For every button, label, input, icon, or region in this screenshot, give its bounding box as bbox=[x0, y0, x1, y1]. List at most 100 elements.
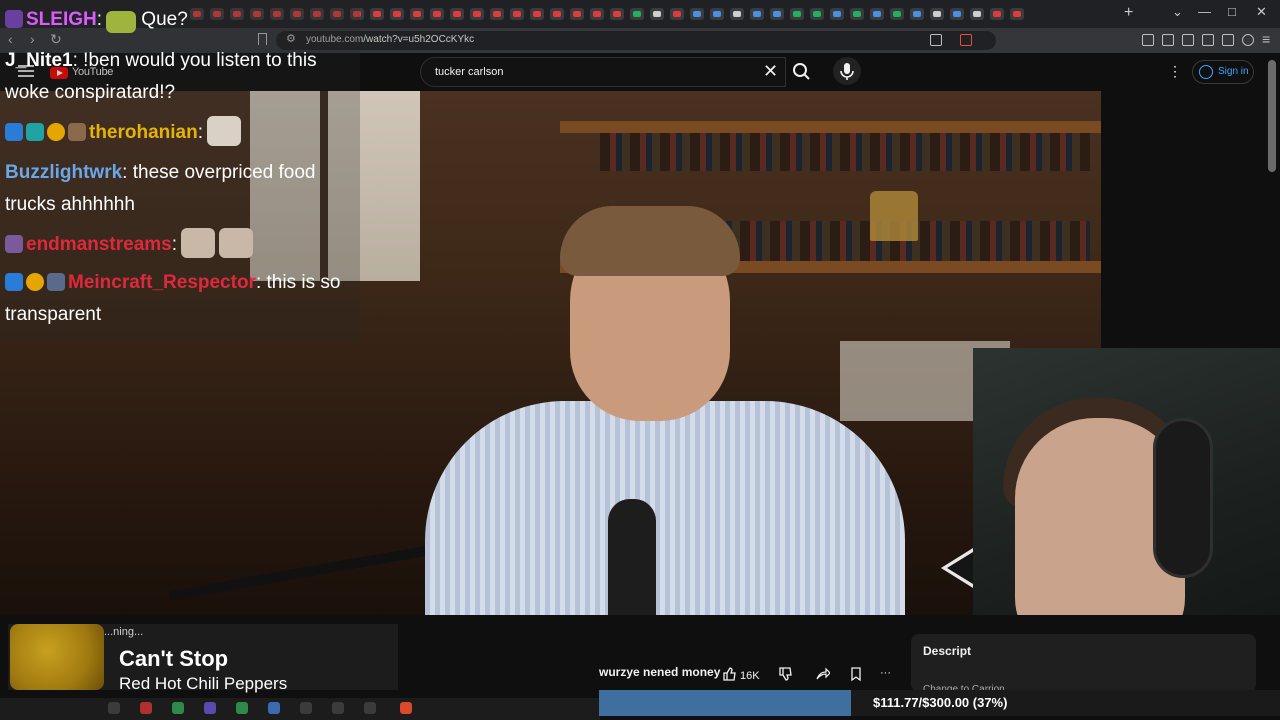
taskbar-app-icon[interactable] bbox=[300, 702, 312, 714]
previous-arrow-inner bbox=[947, 552, 973, 584]
tab[interactable] bbox=[450, 8, 464, 20]
settings-menu-icon[interactable]: ⋮ bbox=[1168, 64, 1182, 78]
more-actions-button[interactable]: ··· bbox=[880, 667, 891, 685]
badge-icon bbox=[26, 123, 44, 141]
taskbar bbox=[0, 698, 600, 720]
save-button[interactable] bbox=[849, 667, 863, 685]
chat-text: Que? bbox=[141, 9, 188, 30]
like-count: 16K bbox=[740, 670, 760, 682]
share-button[interactable] bbox=[816, 667, 831, 685]
chat-message: SLEIGH: Que? bbox=[5, 4, 188, 36]
taskbar-app-icon[interactable] bbox=[236, 702, 248, 714]
vpn-icon[interactable] bbox=[1222, 34, 1234, 46]
tab[interactable] bbox=[510, 8, 524, 20]
tab[interactable] bbox=[430, 8, 444, 20]
menu-icon[interactable]: ≡ bbox=[1262, 31, 1270, 47]
like-button[interactable] bbox=[722, 667, 736, 685]
tab[interactable] bbox=[550, 8, 564, 20]
tab[interactable] bbox=[470, 8, 484, 20]
chevron-down-icon[interactable]: ⌄ bbox=[1172, 4, 1183, 20]
tab[interactable] bbox=[910, 8, 924, 20]
chat-overlay: SLEIGH: Que? J_Nite1: !ben would you lis… bbox=[0, 0, 360, 340]
microphone-icon bbox=[840, 63, 854, 80]
taskbar-app-icon[interactable] bbox=[268, 702, 280, 714]
tab[interactable] bbox=[730, 8, 744, 20]
description-panel[interactable]: Descript Change to Carrion bbox=[911, 634, 1256, 695]
tab[interactable] bbox=[830, 8, 844, 20]
chat-username: SLEIGH bbox=[26, 9, 97, 30]
save-icon bbox=[851, 667, 861, 682]
tab[interactable] bbox=[530, 8, 544, 20]
tab[interactable] bbox=[770, 8, 784, 20]
tab[interactable] bbox=[610, 8, 624, 20]
search-input[interactable]: tucker carlson bbox=[420, 57, 786, 87]
tab[interactable] bbox=[750, 8, 764, 20]
tab[interactable] bbox=[870, 8, 884, 20]
chat-message: endmanstreams: bbox=[5, 228, 254, 261]
new-tab-button[interactable]: + bbox=[1124, 4, 1133, 22]
clear-search-icon[interactable]: ✕ bbox=[763, 62, 778, 80]
sign-in-button[interactable]: Sign in bbox=[1192, 60, 1254, 84]
search-query[interactable]: tucker carlson bbox=[435, 66, 503, 78]
tab[interactable] bbox=[850, 8, 864, 20]
tab[interactable] bbox=[650, 8, 664, 20]
tab[interactable] bbox=[570, 8, 584, 20]
tab[interactable] bbox=[990, 8, 1004, 20]
bookshelf-books bbox=[600, 131, 1090, 171]
badge-icon bbox=[68, 123, 86, 141]
cat-emote-icon bbox=[207, 116, 242, 146]
taskbar-app-icon[interactable] bbox=[332, 702, 344, 714]
sign-in-label: Sign in bbox=[1218, 66, 1249, 77]
wallet-icon[interactable] bbox=[1202, 34, 1214, 46]
taskbar-app-icon[interactable] bbox=[204, 702, 216, 714]
chat-message: therohanian: bbox=[5, 116, 242, 149]
extensions-icon[interactable] bbox=[1142, 34, 1154, 46]
tab[interactable] bbox=[950, 8, 964, 20]
tab[interactable] bbox=[690, 8, 704, 20]
account-icon bbox=[1199, 65, 1213, 79]
tab[interactable] bbox=[970, 8, 984, 20]
search-button[interactable] bbox=[786, 57, 818, 87]
microphone bbox=[608, 499, 656, 615]
thumbs-down-icon bbox=[779, 667, 792, 681]
close-window-button[interactable]: ✕ bbox=[1256, 4, 1267, 20]
brave-browser-icon[interactable] bbox=[400, 702, 412, 714]
dislike-button[interactable] bbox=[778, 667, 792, 685]
host-body bbox=[425, 401, 905, 615]
thumbs-up-icon bbox=[723, 667, 736, 681]
taskbar-app-icon[interactable] bbox=[172, 702, 184, 714]
voice-search-button[interactable] bbox=[833, 57, 861, 85]
tab[interactable] bbox=[710, 8, 724, 20]
tab[interactable] bbox=[410, 8, 424, 20]
tab[interactable] bbox=[390, 8, 404, 20]
tab[interactable] bbox=[930, 8, 944, 20]
taskbar-app-icon[interactable] bbox=[108, 702, 120, 714]
taskbar-app-icon[interactable] bbox=[140, 702, 152, 714]
tab[interactable] bbox=[630, 8, 644, 20]
tab[interactable] bbox=[810, 8, 824, 20]
tab[interactable] bbox=[370, 8, 384, 20]
tab[interactable] bbox=[670, 8, 684, 20]
taskbar-app-icon[interactable] bbox=[364, 702, 376, 714]
page-scrollbar[interactable] bbox=[1268, 60, 1276, 172]
profile-icon[interactable] bbox=[1242, 34, 1254, 46]
address-bar[interactable]: ⚙ youtube.com/watch?v=u5h2OCcKYkc bbox=[276, 31, 996, 50]
tab[interactable] bbox=[890, 8, 904, 20]
maximize-button[interactable]: □ bbox=[1228, 4, 1236, 19]
sidebar-icon[interactable] bbox=[1182, 34, 1194, 46]
tab[interactable] bbox=[790, 8, 804, 20]
search-icon bbox=[793, 63, 810, 80]
media-icon[interactable] bbox=[1162, 34, 1174, 46]
chat-username: endmanstreams bbox=[26, 234, 172, 255]
minimize-button[interactable]: — bbox=[1198, 4, 1211, 19]
face-emote-icon bbox=[219, 228, 254, 258]
badge-icon bbox=[47, 273, 65, 291]
now-playing-status: ...ning... bbox=[104, 626, 144, 638]
brave-shield-icon[interactable] bbox=[960, 34, 972, 46]
cast-icon[interactable] bbox=[930, 34, 942, 46]
lamp bbox=[870, 191, 918, 241]
tab[interactable] bbox=[590, 8, 604, 20]
tab[interactable] bbox=[1010, 8, 1024, 20]
chat-message: Buzzlightwrk: these overpriced food truc… bbox=[5, 162, 316, 215]
tab[interactable] bbox=[490, 8, 504, 20]
